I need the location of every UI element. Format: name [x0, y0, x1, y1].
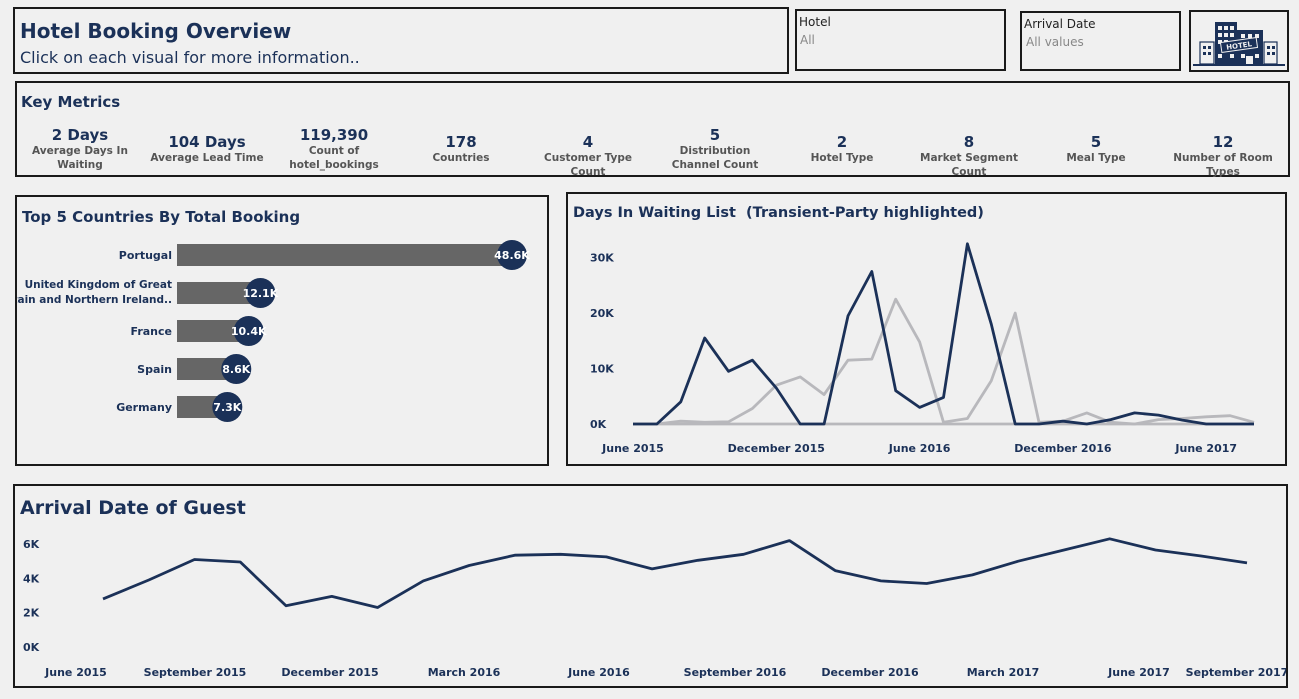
bar-category-label: Portugal	[119, 249, 172, 262]
metric-value: 178	[445, 133, 477, 151]
metric-label: Market Segment Count	[920, 152, 1018, 178]
y-tick-label: 30K	[590, 252, 614, 265]
metric-value: 2 Days	[51, 126, 109, 144]
x-tick-label: June 2016	[567, 666, 630, 679]
top-countries-chart[interactable]: Portugal 48.6K United Kingdom of Great Brit…	[17, 197, 547, 464]
bar-category-label: France	[131, 325, 172, 338]
metric-value: 5	[1090, 133, 1102, 151]
metric-avg-lead-time[interactable]: 104 Days Average Lead Time	[147, 133, 267, 165]
metric-label: Distribution Channel Count	[671, 145, 759, 171]
arrival-date-filter-label: Arrival Date	[1024, 17, 1096, 31]
x-tick-label: June 2015	[44, 666, 107, 679]
metric-market-segment-count[interactable]: 8 Market Segment Count	[907, 133, 1032, 179]
arrivals-line	[102, 537, 1248, 609]
bar-value-label: 7.3K	[213, 401, 241, 414]
y-tick-label: 2K	[23, 607, 40, 620]
metric-hotel-type[interactable]: 2 Hotel Type	[797, 133, 887, 165]
metric-label: Countries	[432, 152, 490, 164]
x-tick-label: June 2017	[1107, 666, 1170, 679]
y-tick-label: 20K	[590, 307, 614, 320]
bar-value-label: 48.6K	[494, 249, 530, 262]
metric-label: Average Lead Time	[150, 152, 264, 164]
arrival-date-chart[interactable]: 0K 2K 4K 6K June 2015 September 2015 December …	[15, 486, 1286, 686]
logo-panel: HOTEL	[1189, 10, 1289, 72]
metric-meal-type[interactable]: 5 Meal Type	[1051, 133, 1141, 165]
metric-value: 4	[582, 133, 594, 151]
y-tick-label: 0K	[590, 418, 607, 431]
title-panel: Hotel Booking Overview Click on each vis…	[13, 7, 789, 74]
key-metrics-title: Key Metrics	[21, 93, 121, 111]
metric-customer-type-count[interactable]: 4 Customer Type Count	[526, 133, 651, 179]
top-countries-panel[interactable]: Top 5 Countries By Total Booking Portuga…	[15, 195, 549, 466]
x-tick-label: June 2016	[888, 442, 951, 455]
metric-countries[interactable]: 178 Countries	[416, 133, 506, 165]
hotel-filter-label: Hotel	[799, 15, 831, 29]
x-tick-label: June 2015	[601, 442, 664, 455]
arrival-date-filter-value[interactable]: All values	[1026, 35, 1084, 49]
x-tick-label: December 2015	[281, 666, 378, 679]
y-tick-label: 0K	[23, 641, 40, 654]
metric-value: 12	[1212, 133, 1234, 151]
metric-value: 119,390	[299, 126, 369, 144]
page-subtitle: Click on each visual for more informatio…	[20, 48, 360, 67]
metric-label: Count of hotel_bookings	[289, 145, 379, 171]
bar-category-label: Britain and Northern Ireland..	[17, 294, 172, 306]
arrival-date-filter[interactable]: Arrival Date All values	[1020, 11, 1181, 71]
bar-value-label: 10.4K	[231, 325, 267, 338]
x-tick-label: September 2016	[684, 666, 787, 679]
hotel-filter[interactable]: Hotel All	[795, 9, 1006, 71]
x-tick-label: December 2016	[821, 666, 919, 679]
y-tick-label: 4K	[23, 572, 40, 585]
waiting-list-panel[interactable]: Days In Waiting List (Transient-Party hi…	[566, 192, 1287, 466]
x-tick-label: December 2016	[1014, 442, 1112, 455]
y-tick-label: 10K	[590, 363, 614, 376]
metric-count-bookings[interactable]: 119,390 Count of hotel_bookings	[284, 126, 384, 172]
metric-value: 104 Days	[168, 133, 246, 151]
metric-avg-days-waiting[interactable]: 2 Days Average Days In Waiting	[25, 126, 135, 172]
metric-distribution-channel-count[interactable]: 5 Distribution Channel Count	[655, 126, 775, 172]
x-tick-label: March 2016	[428, 666, 501, 679]
other-customer-type-line	[633, 297, 1255, 426]
bar-category-label: Spain	[137, 363, 172, 376]
metric-label: Customer Type Count	[544, 152, 632, 178]
metric-label: Average Days In Waiting	[32, 145, 128, 171]
hotel-building-icon: HOTEL	[1193, 22, 1285, 66]
metric-label: Number of Room Types	[1173, 152, 1273, 178]
metric-label: Hotel Type	[810, 152, 874, 164]
waiting-list-chart[interactable]: 0K 10K 20K 30K June 2015 December 2015 June 20…	[568, 194, 1285, 464]
hotel-filter-value[interactable]: All	[800, 33, 815, 47]
metric-value: 8	[963, 133, 975, 151]
x-tick-label: June 2017	[1174, 442, 1237, 455]
bar-category-label: Germany	[116, 401, 172, 414]
metric-label: Meal Type	[1066, 152, 1126, 164]
metric-room-types[interactable]: 12 Number of Room Types	[1158, 133, 1288, 179]
bar	[177, 244, 512, 266]
y-tick-label: 6K	[23, 538, 40, 551]
transient-party-line	[633, 242, 1254, 426]
page-title: Hotel Booking Overview	[20, 19, 292, 43]
x-tick-label: September 2015	[144, 666, 247, 679]
arrival-date-panel[interactable]: Arrival Date of Guest 0K 2K 4K 6K June 2015 S…	[13, 484, 1288, 688]
bar-category-label: United Kingdom of Great	[25, 279, 172, 291]
bar-value-label: 12.1K	[243, 287, 279, 300]
x-tick-label: September 2017	[1186, 666, 1286, 679]
x-tick-label: March 2017	[967, 666, 1040, 679]
bar-value-label: 8.6K	[222, 363, 250, 376]
key-metrics-panel: Key Metrics 2 Days Average Days In Waiti…	[15, 81, 1290, 179]
metric-value: 5	[709, 126, 721, 144]
metric-value: 2	[836, 133, 848, 151]
x-tick-label: December 2015	[728, 442, 825, 455]
